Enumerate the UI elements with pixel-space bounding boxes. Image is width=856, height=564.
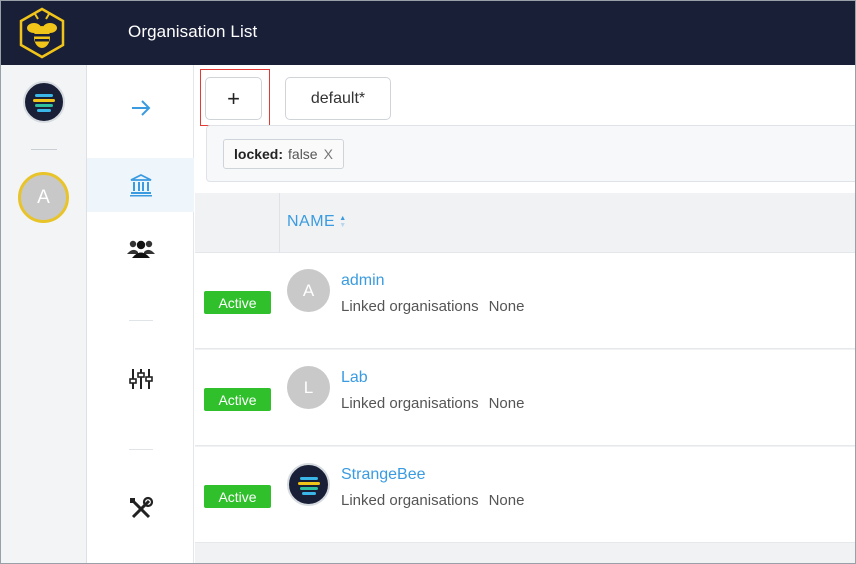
strangebee-logo-icon bbox=[297, 476, 320, 495]
linked-organisations: Linked organisations None bbox=[341, 492, 524, 509]
linked-value: None bbox=[488, 298, 525, 315]
remove-filter-icon[interactable]: X bbox=[324, 146, 333, 162]
nav-divider bbox=[129, 449, 153, 450]
table-row[interactable]: Active L Lab Linked organisations None bbox=[195, 350, 855, 446]
filter-value: false bbox=[288, 146, 318, 162]
status-badge: Active bbox=[204, 485, 271, 508]
linked-label: Linked organisations bbox=[341, 395, 479, 412]
organisation-avatar[interactable] bbox=[23, 81, 65, 123]
nav-divider bbox=[129, 320, 153, 321]
linked-value: None bbox=[488, 492, 525, 509]
nav-organisations[interactable] bbox=[87, 158, 194, 212]
avatar: A bbox=[287, 269, 330, 312]
status-badge: Active bbox=[204, 388, 271, 411]
admin-nav bbox=[87, 65, 194, 563]
linked-label: Linked organisations bbox=[341, 492, 479, 509]
organisation-name-link[interactable]: Lab bbox=[341, 369, 368, 387]
organisation-list: NAME ▲ ▼ Active A admin Linked organisati… bbox=[195, 193, 855, 563]
organisation-name-link[interactable]: admin bbox=[341, 272, 385, 290]
column-name-header[interactable]: NAME ▲ ▼ bbox=[287, 213, 347, 231]
sliders-icon bbox=[128, 369, 153, 389]
linked-organisations: Linked organisations None bbox=[341, 298, 524, 315]
column-name-label: NAME bbox=[287, 213, 336, 230]
page-title: Organisation List bbox=[128, 22, 258, 41]
nav-platform-management[interactable] bbox=[87, 352, 194, 406]
main-content: + default* locked: false X NAME ▲ ▼ Activ… bbox=[195, 65, 855, 563]
organisation-rail: A bbox=[1, 65, 87, 563]
filter-chip[interactable]: locked: false X bbox=[223, 139, 344, 169]
organisation-name-link[interactable]: StrangeBee bbox=[341, 466, 426, 484]
nav-users[interactable] bbox=[87, 222, 194, 276]
sort-icon[interactable]: ▲ ▼ bbox=[339, 215, 346, 229]
nav-expand[interactable] bbox=[87, 81, 194, 135]
add-organisation-button[interactable]: + bbox=[205, 77, 262, 120]
bee-logo-icon[interactable] bbox=[17, 7, 67, 59]
avatar bbox=[287, 463, 330, 506]
table-row[interactable]: Active StrangeBee Linked organisations No… bbox=[195, 447, 855, 543]
filter-key: locked: bbox=[234, 146, 284, 162]
linked-label: Linked organisations bbox=[341, 298, 479, 315]
tools-icon bbox=[129, 496, 153, 519]
linked-value: None bbox=[488, 395, 525, 412]
header-separator bbox=[279, 193, 280, 253]
bank-icon bbox=[129, 173, 152, 197]
top-bar: Organisation List bbox=[1, 1, 855, 65]
list-header: NAME ▲ ▼ bbox=[195, 193, 855, 253]
users-icon bbox=[126, 240, 155, 258]
linked-organisations: Linked organisations None bbox=[341, 395, 524, 412]
table-row[interactable]: Active A admin Linked organisations None bbox=[195, 253, 855, 349]
app-window: Organisation List A + default* locked: f… bbox=[0, 0, 856, 564]
strangebee-logo-icon bbox=[33, 94, 55, 112]
status-badge: Active bbox=[204, 291, 271, 314]
arrow-right-icon bbox=[131, 100, 150, 116]
rail-divider bbox=[31, 149, 57, 150]
nav-tools[interactable] bbox=[87, 482, 194, 536]
user-avatar[interactable]: A bbox=[18, 172, 69, 223]
avatar: L bbox=[287, 366, 330, 409]
view-preset-button[interactable]: default* bbox=[285, 77, 391, 120]
filter-bar: locked: false X bbox=[206, 125, 855, 182]
